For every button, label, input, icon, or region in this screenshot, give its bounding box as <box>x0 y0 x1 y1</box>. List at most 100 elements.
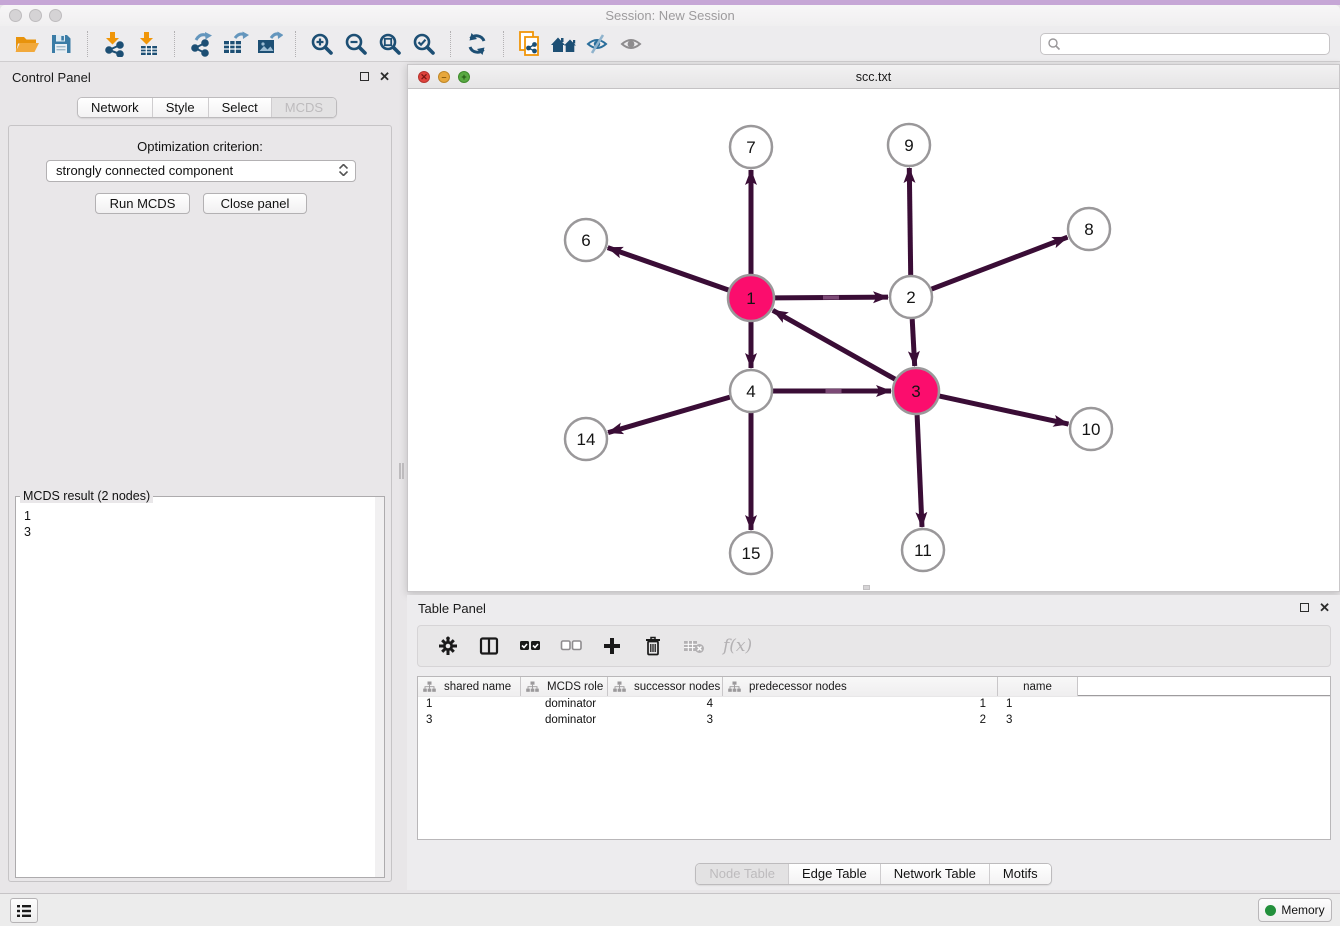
float-panel-icon[interactable] <box>360 72 369 81</box>
search-input[interactable] <box>1061 37 1323 51</box>
node-8[interactable]: 8 <box>1068 208 1110 250</box>
run-mcds-button[interactable]: Run MCDS <box>95 193 190 214</box>
panel-divider-handle[interactable] <box>399 463 404 479</box>
column-tree-icon <box>526 681 539 693</box>
edge-3-11[interactable] <box>917 415 922 527</box>
export-image-button[interactable] <box>252 29 286 59</box>
table-toolbar: f(x) <box>417 625 1331 667</box>
refresh-view-button[interactable] <box>460 29 494 59</box>
edge-3-10[interactable] <box>940 396 1069 424</box>
cell-predecessor-nodes[interactable]: 1 <box>723 696 998 712</box>
column-header-successor-nodes[interactable]: successor nodes <box>608 677 723 696</box>
zoom-in-button[interactable] <box>305 29 339 59</box>
window-close-button[interactable] <box>9 9 22 22</box>
result-scrollbar[interactable] <box>375 497 384 877</box>
cell-shared-name[interactable]: 1 <box>418 696 521 712</box>
result-line: 3 <box>18 524 382 540</box>
control-panel: Control Panel ✕ NetworkStyleSelectMCDS O… <box>0 64 400 890</box>
tab-network-table[interactable]: Network Table <box>880 864 989 884</box>
node-6[interactable]: 6 <box>565 219 607 261</box>
cell-name[interactable]: 1 <box>998 696 1078 712</box>
export-network-button[interactable] <box>184 29 218 59</box>
hide-graphics-details-button[interactable] <box>581 29 615 59</box>
delete-table-button[interactable] <box>682 634 706 658</box>
network-canvas[interactable]: 7 9 6 8 1 2 4 3 14 10 15 11 <box>408 89 1339 591</box>
tab-mcds[interactable]: MCDS <box>271 98 336 117</box>
node-11[interactable]: 11 <box>902 529 944 571</box>
svg-text:9: 9 <box>904 136 913 155</box>
cell-successor-nodes[interactable]: 3 <box>608 712 723 728</box>
column-header-name[interactable]: name <box>998 677 1078 696</box>
network-view-titlebar[interactable]: scc.txt ✕ – + <box>408 65 1339 89</box>
table-row[interactable]: 1dominator411 <box>418 696 1330 712</box>
cell-successor-nodes[interactable]: 4 <box>608 696 723 712</box>
frame-maximize-button[interactable]: + <box>458 71 470 83</box>
edge-1-6[interactable] <box>608 248 729 290</box>
cell-mcds-role[interactable]: dominator <box>521 712 608 728</box>
tab-motifs[interactable]: Motifs <box>989 864 1051 884</box>
node-10[interactable]: 10 <box>1070 408 1112 450</box>
toolbar-separator <box>295 31 296 57</box>
edge-2-9[interactable] <box>909 168 910 275</box>
tab-network[interactable]: Network <box>78 98 152 117</box>
edge-3-1[interactable] <box>773 310 895 379</box>
format-columns-button[interactable] <box>477 634 501 658</box>
open-session-button[interactable] <box>10 29 44 59</box>
node-9[interactable]: 9 <box>888 124 930 166</box>
select-all-rows-button[interactable] <box>518 634 542 658</box>
criterion-select[interactable]: strongly connected component <box>46 160 356 182</box>
network-graph[interactable]: 7 9 6 8 1 2 4 3 14 10 15 11 <box>408 89 1339 591</box>
tab-select[interactable]: Select <box>208 98 271 117</box>
node-14[interactable]: 14 <box>565 418 607 460</box>
table-options-button[interactable] <box>436 634 460 658</box>
close-panel-button[interactable]: Close panel <box>203 193 307 214</box>
table-row[interactable]: 3dominator323 <box>418 712 1330 728</box>
zoom-out-button[interactable] <box>339 29 373 59</box>
show-graphics-details-button[interactable] <box>615 29 649 59</box>
frame-close-button[interactable]: ✕ <box>418 71 430 83</box>
frame-minimize-button[interactable]: – <box>438 71 450 83</box>
resize-grip[interactable] <box>863 585 870 590</box>
edge-4-14[interactable] <box>608 397 730 433</box>
memory-button[interactable]: Memory <box>1258 898 1332 922</box>
window-minimize-button[interactable] <box>29 9 42 22</box>
import-table-button[interactable] <box>131 29 165 59</box>
search-field[interactable] <box>1040 33 1330 55</box>
tab-edge-table[interactable]: Edge Table <box>788 864 880 884</box>
tab-style[interactable]: Style <box>152 98 208 117</box>
mcds-panel: Optimization criterion: strongly connect… <box>8 125 392 882</box>
node-3[interactable]: 3 <box>893 368 939 414</box>
tab-node-table[interactable]: Node Table <box>696 864 788 884</box>
node-7[interactable]: 7 <box>730 126 772 168</box>
network-from-file-button[interactable] <box>513 29 547 59</box>
node-2[interactable]: 2 <box>890 276 932 318</box>
save-session-button[interactable] <box>44 29 78 59</box>
task-history-button[interactable] <box>10 898 38 923</box>
mcds-result-text[interactable]: 13 <box>18 505 382 875</box>
column-header-mcds-role[interactable]: MCDS role <box>521 677 608 696</box>
close-table-panel-icon[interactable]: ✕ <box>1319 602 1330 613</box>
export-table-button[interactable] <box>218 29 252 59</box>
zoom-selected-button[interactable] <box>407 29 441 59</box>
add-column-button[interactable] <box>600 634 624 658</box>
cell-predecessor-nodes[interactable]: 2 <box>723 712 998 728</box>
import-network-button[interactable] <box>97 29 131 59</box>
delete-columns-button[interactable] <box>641 634 665 658</box>
function-builder-icon[interactable]: f(x) <box>723 636 752 656</box>
node-4[interactable]: 4 <box>730 370 772 412</box>
edge-2-3[interactable] <box>912 319 915 366</box>
float-table-panel-icon[interactable] <box>1300 603 1309 612</box>
close-panel-icon[interactable]: ✕ <box>379 71 390 82</box>
column-header-shared-name[interactable]: shared name <box>418 677 521 696</box>
cell-shared-name[interactable]: 3 <box>418 712 521 728</box>
window-zoom-button[interactable] <box>49 9 62 22</box>
cell-name[interactable]: 3 <box>998 712 1078 728</box>
home-button[interactable] <box>547 29 581 59</box>
node-1[interactable]: 1 <box>728 275 774 321</box>
node-15[interactable]: 15 <box>730 532 772 574</box>
edge-2-8[interactable] <box>932 237 1068 289</box>
cell-mcds-role[interactable]: dominator <box>521 696 608 712</box>
deselect-all-rows-button[interactable] <box>559 634 583 658</box>
column-header-predecessor-nodes[interactable]: predecessor nodes <box>723 677 998 696</box>
zoom-fit-button[interactable] <box>373 29 407 59</box>
